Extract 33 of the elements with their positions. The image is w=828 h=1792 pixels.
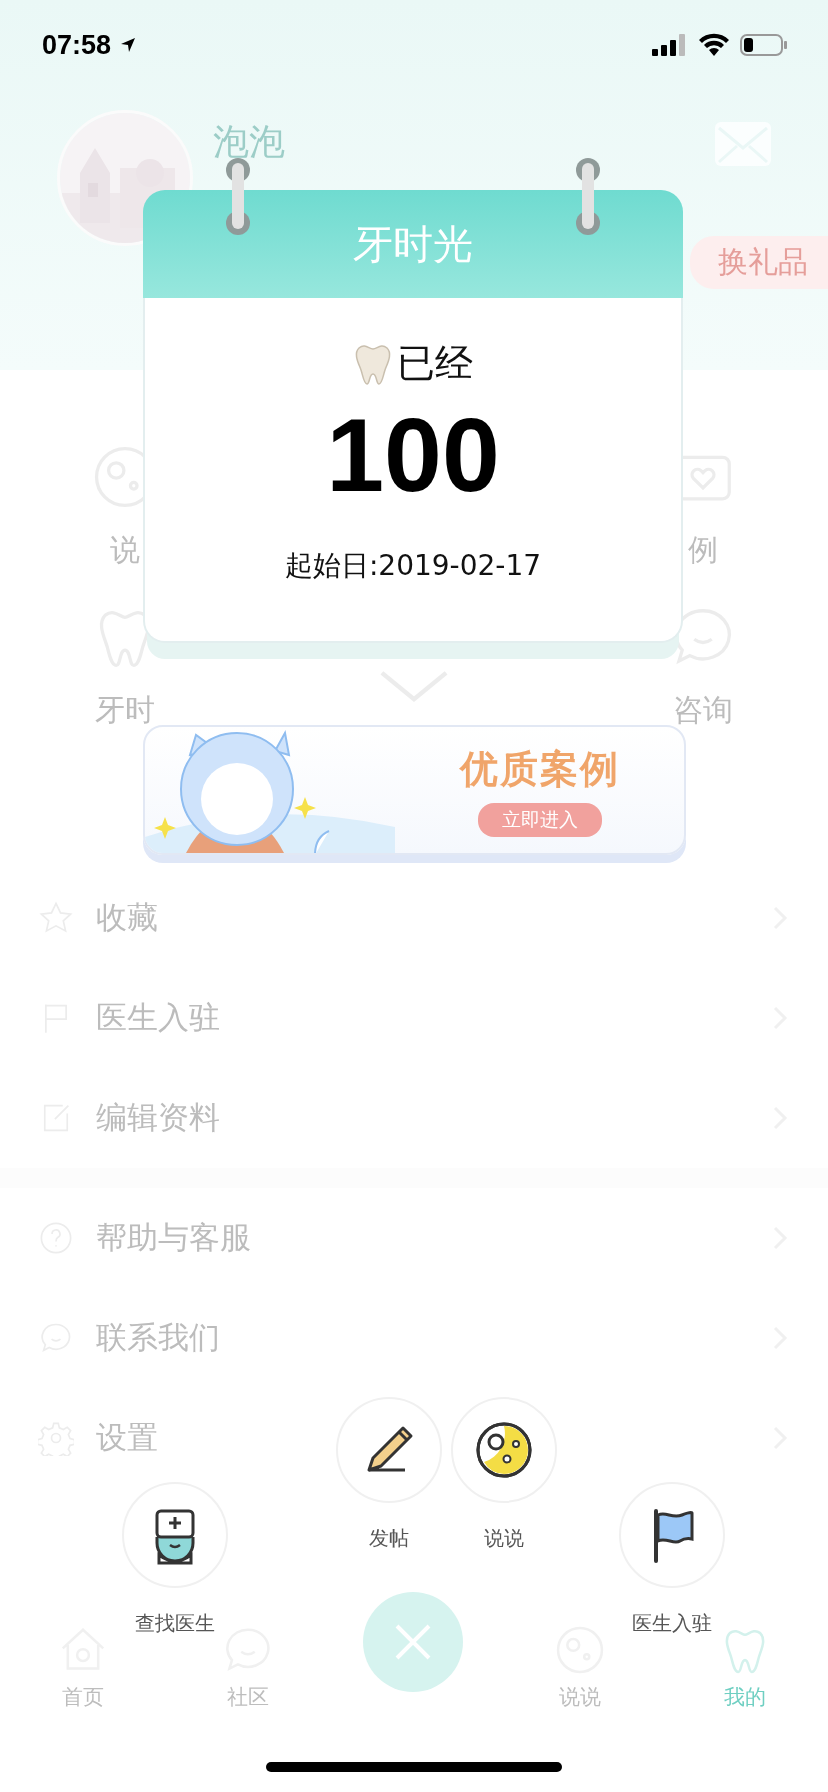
action-label: 说说 bbox=[484, 1525, 524, 1552]
enter-button[interactable]: 立即进入 bbox=[477, 802, 602, 837]
action-label: 查找医生 bbox=[135, 1610, 215, 1637]
grid-label[interactable]: 咨询 bbox=[673, 690, 733, 726]
tab[interactable]: 我的 bbox=[724, 1683, 767, 1711]
menu-item[interactable]: 设置 bbox=[96, 1417, 158, 1459]
calendar-prefix: 已经 bbox=[397, 340, 473, 387]
tab[interactable]: 社区 bbox=[227, 1683, 270, 1711]
start-date: 起始日:2019-02-17 bbox=[284, 548, 542, 584]
menu-item[interactable]: 收藏 bbox=[96, 897, 158, 939]
action-label: 医生入驻 bbox=[632, 1610, 712, 1637]
user-name: 泡泡 bbox=[213, 120, 285, 164]
day-count: 100 bbox=[326, 403, 500, 507]
menu-item[interactable]: 联系我们 bbox=[96, 1317, 220, 1359]
banner-title: 优质案例 bbox=[459, 745, 620, 793]
action-label: 发帖 bbox=[369, 1525, 409, 1552]
gift-exchange-button[interactable]: 换礼品 bbox=[690, 236, 828, 289]
binder-ring-icon bbox=[573, 155, 603, 237]
wifi-icon bbox=[698, 33, 730, 57]
battery-icon bbox=[740, 33, 788, 57]
grid-label[interactable]: 牙时 bbox=[95, 690, 155, 726]
grid-label[interactable]: 说 bbox=[110, 530, 140, 566]
grid-label[interactable]: 例 bbox=[688, 530, 718, 566]
tab[interactable]: 首页 bbox=[61, 1683, 104, 1711]
signal-icon bbox=[652, 34, 688, 56]
menu-item[interactable]: 编辑资料 bbox=[96, 1097, 220, 1139]
calendar-title: 牙时光 bbox=[143, 190, 683, 298]
tab[interactable]: 说说 bbox=[558, 1683, 601, 1711]
status-time: 07:58 bbox=[42, 29, 112, 61]
location-arrow-icon bbox=[119, 36, 138, 54]
menu-item[interactable]: 医生入驻 bbox=[96, 997, 220, 1039]
close-icon bbox=[393, 1622, 433, 1662]
menu-item[interactable]: 帮助与客服 bbox=[96, 1217, 251, 1259]
